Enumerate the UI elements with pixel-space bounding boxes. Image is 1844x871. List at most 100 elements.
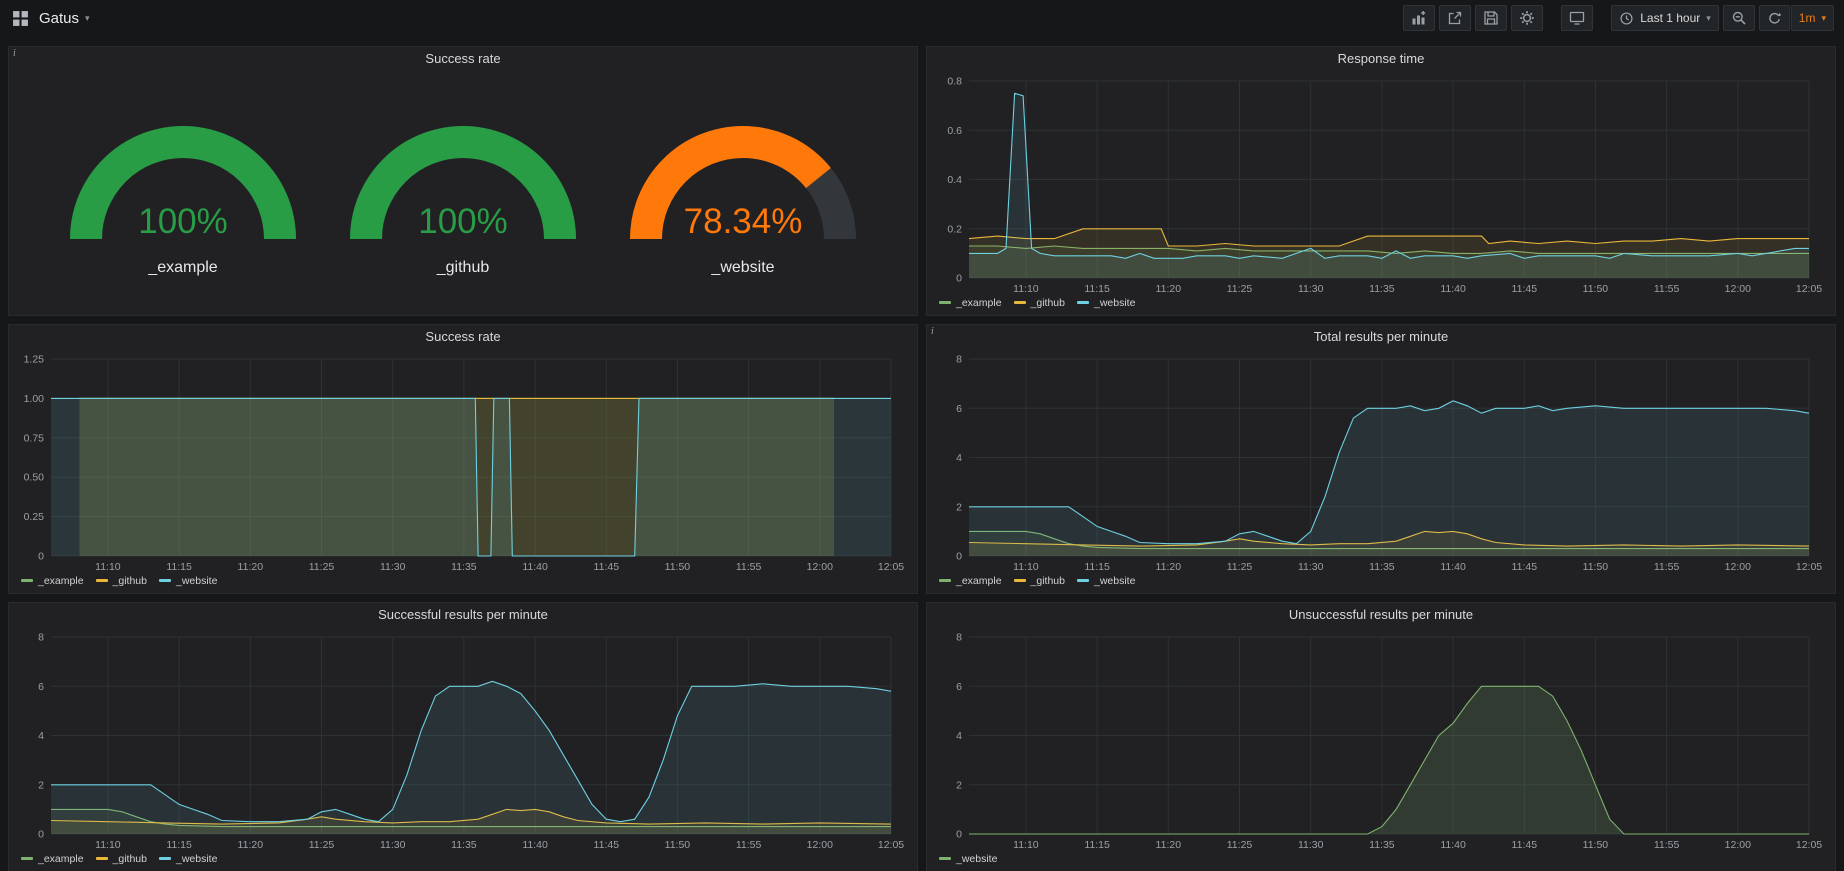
legend-item-website[interactable]: _website [1077, 575, 1135, 587]
gauge-value: 78.34% [684, 202, 803, 241]
info-icon[interactable]: i [13, 48, 16, 59]
gauge-arc-svg: 100% [53, 101, 313, 257]
legend-item-github[interactable]: _github [96, 853, 147, 865]
svg-text:11:35: 11:35 [1369, 283, 1395, 295]
legend-color-dash [96, 579, 108, 582]
legend-color-dash [159, 579, 171, 582]
dashboard-grid-button[interactable] [10, 8, 31, 29]
refresh-interval-button[interactable]: 1m ▾ [1791, 5, 1834, 31]
svg-text:11:35: 11:35 [1369, 561, 1395, 573]
panel-title[interactable]: Response time [927, 47, 1835, 71]
gauge-github: 100% _github [333, 101, 593, 277]
svg-text:11:20: 11:20 [1156, 283, 1182, 295]
svg-text:12:05: 12:05 [1796, 839, 1822, 851]
svg-text:0.4: 0.4 [947, 174, 962, 186]
svg-text:2: 2 [38, 779, 44, 791]
svg-text:0: 0 [38, 829, 44, 841]
svg-text:11:35: 11:35 [1369, 839, 1395, 851]
legend-series-name: _github [1031, 297, 1065, 309]
refresh-button-group: 1m ▾ [1759, 5, 1834, 31]
svg-text:0.6: 0.6 [947, 125, 962, 137]
share-button[interactable] [1439, 5, 1471, 31]
svg-text:1.00: 1.00 [24, 393, 45, 405]
panel-title[interactable]: Unsuccessful results per minute [927, 603, 1835, 627]
svg-text:11:10: 11:10 [1013, 561, 1039, 573]
svg-text:11:20: 11:20 [1156, 839, 1182, 851]
tv-icon [1569, 10, 1585, 26]
total-results-chart[interactable]: 0246811:1011:1511:2011:2511:3011:3511:40… [933, 349, 1829, 573]
zoom-out-button[interactable] [1723, 5, 1755, 31]
svg-text:12:05: 12:05 [1796, 283, 1822, 295]
legend-series-name: _website [1094, 575, 1135, 587]
chevron-down-icon: ▾ [1706, 14, 1711, 23]
legend-item-github[interactable]: _github [96, 575, 147, 587]
gauge-label: _github [437, 259, 490, 277]
time-range-button[interactable]: Last 1 hour ▾ [1611, 5, 1719, 31]
successful-results-chart[interactable]: 0246811:1011:1511:2011:2511:3011:3511:40… [15, 627, 911, 851]
chart-canvas: 00.250.500.751.001.2511:1011:1511:2011:2… [15, 349, 911, 573]
panel-title[interactable]: Success rate [9, 325, 917, 349]
svg-text:11:20: 11:20 [1156, 561, 1182, 573]
svg-text:11:50: 11:50 [1583, 561, 1609, 573]
time-range-label: Last 1 hour [1640, 11, 1700, 25]
svg-text:11:15: 11:15 [1084, 839, 1110, 851]
dashboard-title-button[interactable]: Gatus ▾ [39, 10, 90, 27]
panel-title[interactable]: Total results per minute [927, 325, 1835, 349]
svg-text:6: 6 [956, 403, 962, 415]
legend-item-github[interactable]: _github [1014, 297, 1065, 309]
svg-text:11:25: 11:25 [1227, 839, 1253, 851]
gauge-website: 78.34% _website [613, 101, 873, 277]
success-rate-chart[interactable]: 00.250.500.751.001.2511:1011:1511:2011:2… [15, 349, 911, 573]
svg-text:0: 0 [956, 273, 962, 285]
panel-successful-results: Successful results per minute 0246811:10… [8, 602, 918, 871]
legend-item-example[interactable]: _example [939, 297, 1002, 309]
svg-text:11:15: 11:15 [1084, 561, 1110, 573]
legend-item-example[interactable]: _example [939, 575, 1002, 587]
legend-color-dash [939, 579, 951, 582]
chevron-down-icon: ▾ [85, 14, 90, 23]
svg-text:11:45: 11:45 [1512, 839, 1538, 851]
chart-legend: _example _github _website [9, 851, 917, 871]
legend-item-website[interactable]: _website [159, 853, 217, 865]
svg-text:0.8: 0.8 [947, 76, 962, 88]
svg-text:0: 0 [38, 551, 44, 563]
legend-color-dash [21, 857, 33, 860]
svg-text:11:30: 11:30 [1298, 283, 1324, 295]
svg-text:11:20: 11:20 [238, 561, 264, 573]
svg-text:11:25: 11:25 [1227, 283, 1253, 295]
chart-canvas: 00.20.40.60.811:1011:1511:2011:2511:3011… [933, 71, 1829, 295]
dashboard-grid: i Success rate 100% _example 100% _githu… [0, 36, 1844, 871]
settings-button[interactable] [1511, 5, 1543, 31]
refresh-button[interactable] [1759, 5, 1790, 31]
svg-text:4: 4 [956, 730, 962, 742]
svg-text:11:40: 11:40 [1440, 283, 1466, 295]
refresh-icon [1767, 11, 1782, 26]
unsuccessful-results-chart[interactable]: 0246811:1011:1511:2011:2511:3011:3511:40… [933, 627, 1829, 851]
svg-text:1.25: 1.25 [24, 354, 45, 366]
svg-text:11:40: 11:40 [522, 839, 548, 851]
panel-title[interactable]: Successful results per minute [9, 603, 917, 627]
chevron-down-icon: ▾ [1821, 14, 1826, 23]
panel-title[interactable]: Success rate [9, 47, 917, 71]
svg-text:0: 0 [956, 551, 962, 563]
add-panel-button[interactable] [1403, 5, 1435, 31]
svg-text:11:10: 11:10 [95, 839, 121, 851]
legend-color-dash [939, 857, 951, 860]
legend-series-name: _github [113, 575, 147, 587]
svg-text:11:30: 11:30 [380, 839, 406, 851]
legend-item-website[interactable]: _website [939, 853, 997, 865]
panel-response-time: Response time 00.20.40.60.811:1011:1511:… [926, 46, 1836, 316]
legend-item-website[interactable]: _website [1077, 297, 1135, 309]
legend-item-example[interactable]: _example [21, 853, 84, 865]
add-panel-icon [1411, 10, 1427, 26]
legend-item-example[interactable]: _example [21, 575, 84, 587]
legend-item-github[interactable]: _github [1014, 575, 1065, 587]
response-time-chart[interactable]: 00.20.40.60.811:1011:1511:2011:2511:3011… [933, 71, 1829, 295]
cycle-view-button[interactable] [1561, 5, 1593, 31]
legend-item-website[interactable]: _website [159, 575, 217, 587]
svg-text:0.2: 0.2 [947, 223, 962, 235]
save-button[interactable] [1475, 5, 1507, 31]
svg-text:11:50: 11:50 [1583, 839, 1609, 851]
info-icon[interactable]: i [931, 326, 934, 337]
svg-text:11:35: 11:35 [451, 561, 477, 573]
